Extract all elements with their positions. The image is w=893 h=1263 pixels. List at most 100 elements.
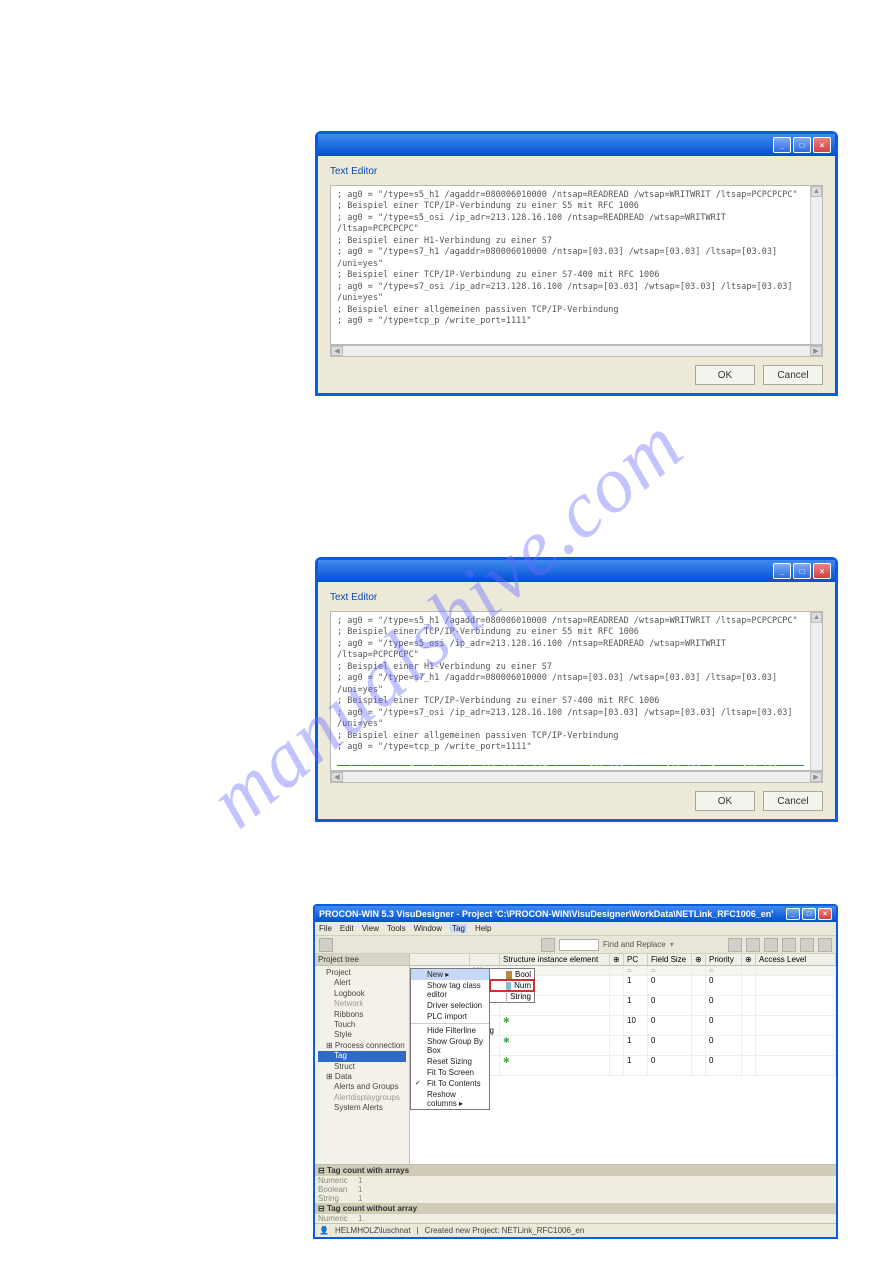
line: ; Beispiel einer TCP/IP-Verbindung zu ei… xyxy=(337,696,804,707)
maximize-icon[interactable]: □ xyxy=(802,908,816,920)
tree-item[interactable]: Project xyxy=(318,968,406,978)
line: ; ag0 = "/type=s7_h1 /agaddr=08000601000… xyxy=(337,247,804,270)
line: ; Beispiel einer allgemeinen passiven TC… xyxy=(337,731,804,742)
text-editor-dialog-1: _ □ × Text Editor ; ag0 = "/type=s5_h1 /… xyxy=(315,131,838,396)
submenu-item-string[interactable]: String xyxy=(490,991,534,1002)
context-menu-item[interactable]: Fit To Contents xyxy=(411,1078,489,1089)
menu-edit[interactable]: Edit xyxy=(340,924,354,933)
cancel-button[interactable]: Cancel xyxy=(763,365,823,385)
tree-item[interactable]: Alerts and Groups xyxy=(318,1082,406,1092)
cancel-button[interactable]: Cancel xyxy=(763,791,823,811)
tag-count-with-arrays[interactable]: ⊟ Tag count with arrays xyxy=(315,1165,836,1176)
tool-icon[interactable] xyxy=(800,938,814,952)
menu-file[interactable]: File xyxy=(319,924,332,933)
menu-bar: File Edit View Tools Window Tag Help xyxy=(315,922,836,936)
tree-item[interactable]: System Alerts xyxy=(318,1103,406,1113)
tool-icon[interactable] xyxy=(541,938,555,952)
line: ; ag0 = "/type=s5_h1 /agaddr=08000601000… xyxy=(337,616,804,627)
context-menu-item[interactable]: Show Group By Box xyxy=(411,1036,489,1056)
page-input[interactable] xyxy=(559,939,599,951)
col-accesslevel[interactable]: Access Level xyxy=(756,954,836,965)
bottom-panel: ⊟ Tag count with arrays Numeric1Boolean1… xyxy=(315,1164,836,1223)
context-menu-item[interactable]: Reset Sizing xyxy=(411,1056,489,1067)
find-replace-label[interactable]: Find and Replace xyxy=(603,940,666,949)
tool-icon[interactable] xyxy=(782,938,796,952)
status-user-icon: 👤 xyxy=(319,1226,329,1235)
context-menu-item[interactable]: PLC import xyxy=(411,1011,489,1022)
text-area[interactable]: ; ag0 = "/type=s5_h1 /agaddr=08000601000… xyxy=(330,185,823,345)
horizontal-scrollbar[interactable]: ◀▶ xyxy=(330,771,823,783)
tree-item[interactable]: Network xyxy=(318,999,406,1009)
ok-button[interactable]: OK xyxy=(695,365,755,385)
minimize-icon[interactable]: _ xyxy=(773,563,791,579)
tree-item[interactable]: ⊞ Data xyxy=(318,1072,406,1082)
context-menu-item[interactable]: New ▸ xyxy=(411,969,489,980)
tool-icon[interactable] xyxy=(764,938,778,952)
line: ; Beispiel einer H1-Verbindung zu einer … xyxy=(337,662,804,673)
close-icon[interactable]: × xyxy=(818,908,832,920)
count-row: Numeric1 xyxy=(315,1176,836,1185)
dialog-title: Text Editor xyxy=(330,592,823,603)
tree-item[interactable]: Logbook xyxy=(318,989,406,999)
minimize-icon[interactable]: _ xyxy=(786,908,800,920)
tool-icon[interactable] xyxy=(746,938,760,952)
count-row: String1 xyxy=(315,1194,836,1203)
context-menu-item[interactable]: Hide Filterline xyxy=(411,1025,489,1036)
maximize-icon[interactable]: □ xyxy=(793,137,811,153)
status-bar: 👤 HELMHOLZ\luschnat | Created new Projec… xyxy=(315,1223,836,1237)
tree-header: Project tree xyxy=(315,954,409,966)
menu-tools[interactable]: Tools xyxy=(387,924,406,933)
context-menu-item[interactable]: Show tag class editor xyxy=(411,980,489,1000)
line: ; Beispiel einer TCP/IP-Verbindung zu ei… xyxy=(337,627,804,638)
vertical-scrollbar[interactable] xyxy=(810,186,822,344)
str-icon xyxy=(506,993,507,1001)
close-icon[interactable]: × xyxy=(813,563,831,579)
col-structure[interactable]: Structure instance element xyxy=(500,954,610,965)
tree-item[interactable]: Struct xyxy=(318,1062,406,1072)
tree-item[interactable]: Style xyxy=(318,1030,406,1040)
col-priority[interactable]: Priority xyxy=(706,954,742,965)
col-fieldsize[interactable]: Field Size xyxy=(648,954,692,965)
submenu-item-num[interactable]: Num xyxy=(490,980,534,991)
col-pc[interactable]: PC xyxy=(624,954,648,965)
context-menu-item[interactable]: Reshow columns ▸ xyxy=(411,1089,489,1109)
menu-help[interactable]: Help xyxy=(475,924,491,933)
ok-button[interactable]: OK xyxy=(695,791,755,811)
context-menu-item[interactable]: Fit To Screen xyxy=(411,1067,489,1078)
maximize-icon[interactable]: □ xyxy=(793,563,811,579)
tree-item[interactable]: Touch xyxy=(318,1020,406,1030)
submenu-item-bool[interactable]: Bool xyxy=(490,969,534,980)
horizontal-scrollbar[interactable]: ◀▶ xyxy=(330,345,823,357)
tool-icon[interactable] xyxy=(319,938,333,952)
tree-item[interactable]: Tag xyxy=(318,1051,406,1061)
text-area[interactable]: ; ag0 = "/type=s5_h1 /agaddr=08000601000… xyxy=(330,611,823,771)
close-icon[interactable]: × xyxy=(813,137,831,153)
bool-icon xyxy=(506,971,512,979)
line: ; ag0 = "/type=s5_osi /ip_adr=213.128.16… xyxy=(337,213,804,236)
title-bar: PROCON-WIN 5.3 VisuDesigner - Project 'C… xyxy=(315,906,836,922)
line: ; ag0 = "/type=tcp_p /write_port=1111" xyxy=(337,316,804,327)
line: ; ag0 = "/type=s5_osi /ip_adr=213.128.16… xyxy=(337,639,804,662)
count-row: Numeric1 xyxy=(315,1214,836,1223)
context-menu-item[interactable]: Driver selection xyxy=(411,1000,489,1011)
vertical-scrollbar[interactable] xyxy=(810,612,822,770)
tree-item[interactable]: Alert xyxy=(318,978,406,988)
text-editor-dialog-2: _ □ × Text Editor ; ag0 = "/type=s5_h1 /… xyxy=(315,557,838,822)
project-tree-panel: Project tree ProjectAlertLogbookNetworkR… xyxy=(315,954,410,1164)
selected-text: ag0 = "/type=s7_osi /ip_adr=192.168.4.19… xyxy=(337,765,804,766)
dialog-title: Text Editor xyxy=(330,166,823,177)
tree-item[interactable]: Alertdisplaygroups xyxy=(318,1093,406,1103)
title-bar: _ □ × xyxy=(318,134,835,156)
tag-count-without-array[interactable]: ⊟ Tag count without array xyxy=(315,1203,836,1214)
menu-view[interactable]: View xyxy=(362,924,379,933)
tree-item[interactable]: ⊞ Process connection xyxy=(318,1041,406,1051)
menu-tag[interactable]: Tag xyxy=(450,924,467,933)
visudesigner-window: PROCON-WIN 5.3 VisuDesigner - Project 'C… xyxy=(313,904,838,1239)
menu-window[interactable]: Window xyxy=(414,924,442,933)
line: ; Beispiel einer TCP/IP-Verbindung zu ei… xyxy=(337,201,804,212)
tool-icon[interactable] xyxy=(818,938,832,952)
line: ; ag0 = "/type=s7_osi /ip_adr=213.128.16… xyxy=(337,282,804,305)
tree-item[interactable]: Ribbons xyxy=(318,1010,406,1020)
tool-icon[interactable] xyxy=(728,938,742,952)
minimize-icon[interactable]: _ xyxy=(773,137,791,153)
